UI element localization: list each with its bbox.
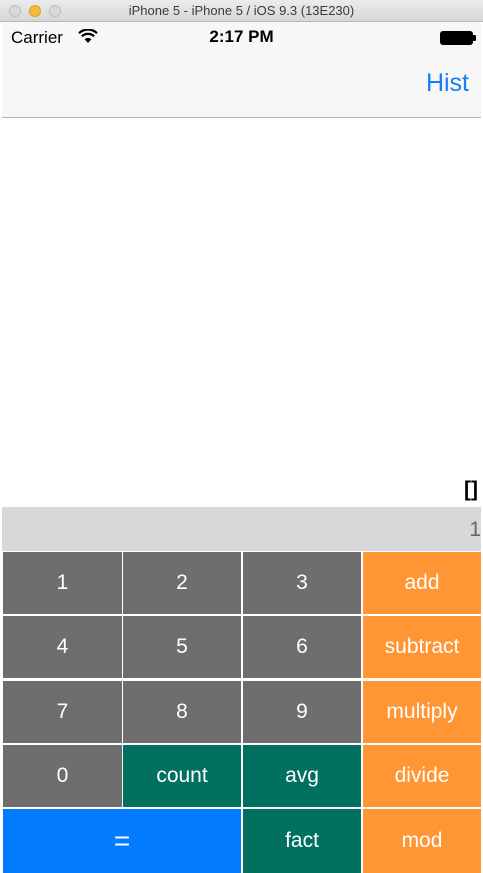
digit-1-button[interactable]: 1 — [3, 552, 122, 614]
navigation-bar: Hist — [2, 52, 481, 118]
window-title: iPhone 5 - iPhone 5 / iOS 9.3 (13E230) — [128, 3, 355, 18]
history-content: [] — [464, 478, 478, 501]
avg-button[interactable]: avg — [243, 745, 361, 807]
keypad: 1 2 3 add 4 5 6 subtract 7 8 9 multiply … — [2, 551, 481, 873]
equals-button[interactable]: = — [3, 809, 241, 873]
multiply-button[interactable]: multiply — [363, 681, 481, 743]
display-bar: 1 — [2, 507, 481, 551]
subtract-button[interactable]: subtract — [363, 616, 481, 678]
digit-7-button[interactable]: 7 — [3, 681, 122, 743]
digit-5-button[interactable]: 5 — [123, 616, 241, 678]
digit-8-button[interactable]: 8 — [123, 681, 241, 743]
digit-0-button[interactable]: 0 — [3, 745, 122, 807]
display-value: 1 — [469, 518, 481, 541]
digit-2-button[interactable]: 2 — [123, 552, 241, 614]
fact-button[interactable]: fact — [243, 809, 361, 873]
history-area: [] — [2, 118, 481, 507]
battery-full-icon — [440, 31, 476, 45]
add-button[interactable]: add — [363, 552, 481, 614]
count-button[interactable]: count — [123, 745, 241, 807]
mod-button[interactable]: mod — [363, 809, 481, 873]
digit-3-button[interactable]: 3 — [243, 552, 361, 614]
phone-screen: Carrier 2:17 PM Hist [] 1 1 2 3 add 4 5 — [2, 22, 481, 873]
digit-9-button[interactable]: 9 — [243, 681, 361, 743]
divide-button[interactable]: divide — [363, 745, 481, 807]
status-bar: Carrier 2:17 PM — [2, 22, 481, 52]
status-time: 2:17 PM — [209, 27, 274, 46]
digit-6-button[interactable]: 6 — [243, 616, 361, 678]
simulator-title-bar: iPhone 5 - iPhone 5 / iOS 9.3 (13E230) — [0, 0, 483, 22]
hist-button[interactable]: Hist — [426, 69, 469, 98]
digit-4-button[interactable]: 4 — [3, 616, 122, 678]
